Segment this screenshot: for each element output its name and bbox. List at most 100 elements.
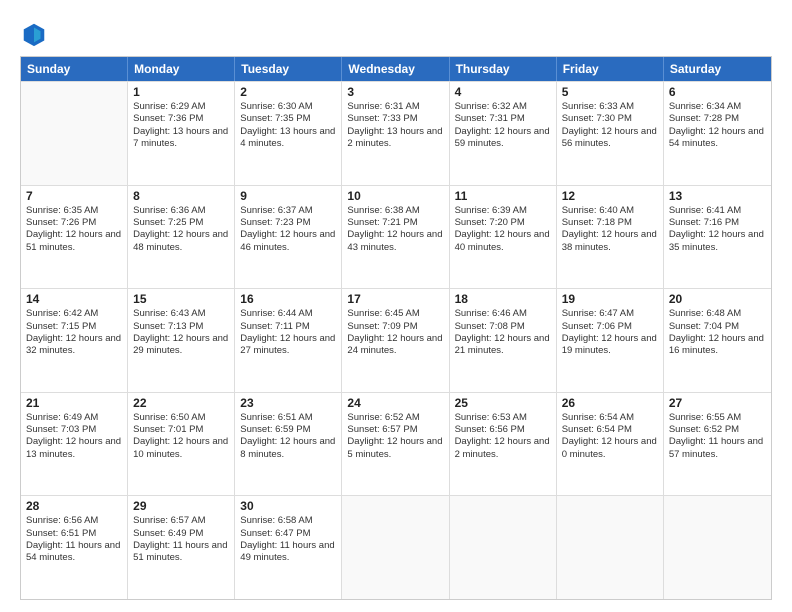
cal-cell: 1Sunrise: 6:29 AMSunset: 7:36 PMDaylight… <box>128 82 235 185</box>
sunrise: Sunrise: 6:33 AM <box>562 101 658 113</box>
cal-cell: 12Sunrise: 6:40 AMSunset: 7:18 PMDayligh… <box>557 186 664 289</box>
sunrise: Sunrise: 6:52 AM <box>347 412 443 424</box>
logo <box>20 20 50 48</box>
calendar-header-row: SundayMondayTuesdayWednesdayThursdayFrid… <box>21 57 771 81</box>
sunrise: Sunrise: 6:55 AM <box>669 412 766 424</box>
daylight: Daylight: 12 hours and 56 minutes. <box>562 126 658 151</box>
sunset: Sunset: 7:09 PM <box>347 321 443 333</box>
sunset: Sunset: 6:54 PM <box>562 424 658 436</box>
cal-cell <box>450 496 557 599</box>
cal-cell <box>664 496 771 599</box>
sunset: Sunset: 7:31 PM <box>455 113 551 125</box>
day-number: 11 <box>455 189 551 203</box>
cal-cell: 15Sunrise: 6:43 AMSunset: 7:13 PMDayligh… <box>128 289 235 392</box>
sunrise: Sunrise: 6:35 AM <box>26 205 122 217</box>
cal-cell: 11Sunrise: 6:39 AMSunset: 7:20 PMDayligh… <box>450 186 557 289</box>
cal-cell: 30Sunrise: 6:58 AMSunset: 6:47 PMDayligh… <box>235 496 342 599</box>
sunrise: Sunrise: 6:37 AM <box>240 205 336 217</box>
day-number: 27 <box>669 396 766 410</box>
sunrise: Sunrise: 6:49 AM <box>26 412 122 424</box>
cal-cell: 6Sunrise: 6:34 AMSunset: 7:28 PMDaylight… <box>664 82 771 185</box>
cal-cell: 21Sunrise: 6:49 AMSunset: 7:03 PMDayligh… <box>21 393 128 496</box>
sunrise: Sunrise: 6:30 AM <box>240 101 336 113</box>
sunrise: Sunrise: 6:54 AM <box>562 412 658 424</box>
cal-header-saturday: Saturday <box>664 57 771 81</box>
cal-cell: 7Sunrise: 6:35 AMSunset: 7:26 PMDaylight… <box>21 186 128 289</box>
sunrise: Sunrise: 6:44 AM <box>240 308 336 320</box>
sunrise: Sunrise: 6:53 AM <box>455 412 551 424</box>
cal-cell: 8Sunrise: 6:36 AMSunset: 7:25 PMDaylight… <box>128 186 235 289</box>
day-number: 19 <box>562 292 658 306</box>
sunset: Sunset: 7:21 PM <box>347 217 443 229</box>
cal-cell: 22Sunrise: 6:50 AMSunset: 7:01 PMDayligh… <box>128 393 235 496</box>
day-number: 15 <box>133 292 229 306</box>
sunset: Sunset: 7:18 PM <box>562 217 658 229</box>
cal-cell: 20Sunrise: 6:48 AMSunset: 7:04 PMDayligh… <box>664 289 771 392</box>
sunset: Sunset: 7:28 PM <box>669 113 766 125</box>
daylight: Daylight: 12 hours and 51 minutes. <box>26 229 122 254</box>
sunrise: Sunrise: 6:57 AM <box>133 515 229 527</box>
daylight: Daylight: 12 hours and 54 minutes. <box>669 126 766 151</box>
day-number: 25 <box>455 396 551 410</box>
cal-cell: 17Sunrise: 6:45 AMSunset: 7:09 PMDayligh… <box>342 289 449 392</box>
cal-cell: 9Sunrise: 6:37 AMSunset: 7:23 PMDaylight… <box>235 186 342 289</box>
daylight: Daylight: 12 hours and 46 minutes. <box>240 229 336 254</box>
sunrise: Sunrise: 6:50 AM <box>133 412 229 424</box>
sunrise: Sunrise: 6:56 AM <box>26 515 122 527</box>
daylight: Daylight: 12 hours and 0 minutes. <box>562 436 658 461</box>
cal-cell: 26 Sunrise: 6:54 AMSunset: 6:54 PMDayligh… <box>557 393 664 496</box>
sunset: Sunset: 7:01 PM <box>133 424 229 436</box>
daylight: Daylight: 12 hours and 59 minutes. <box>455 126 551 151</box>
cal-cell <box>21 82 128 185</box>
cal-week-3: 14Sunrise: 6:42 AMSunset: 7:15 PMDayligh… <box>21 288 771 392</box>
day-number: 24 <box>347 396 443 410</box>
day-number: 22 <box>133 396 229 410</box>
sunset: Sunset: 7:08 PM <box>455 321 551 333</box>
sunrise: Sunrise: 6:29 AM <box>133 101 229 113</box>
logo-icon <box>20 20 48 48</box>
daylight: Daylight: 12 hours and 27 minutes. <box>240 333 336 358</box>
cal-cell <box>557 496 664 599</box>
sunset: Sunset: 7:13 PM <box>133 321 229 333</box>
cal-cell: 24Sunrise: 6:52 AMSunset: 6:57 PMDayligh… <box>342 393 449 496</box>
sunrise: Sunrise: 6:43 AM <box>133 308 229 320</box>
cal-cell: 19Sunrise: 6:47 AMSunset: 7:06 PMDayligh… <box>557 289 664 392</box>
cal-cell: 14Sunrise: 6:42 AMSunset: 7:15 PMDayligh… <box>21 289 128 392</box>
cal-cell: 5Sunrise: 6:33 AMSunset: 7:30 PMDaylight… <box>557 82 664 185</box>
sunset: Sunset: 7:15 PM <box>26 321 122 333</box>
cal-cell: 23Sunrise: 6:51 AMSunset: 6:59 PMDayligh… <box>235 393 342 496</box>
page: SundayMondayTuesdayWednesdayThursdayFrid… <box>0 0 792 612</box>
cal-cell: 10Sunrise: 6:38 AMSunset: 7:21 PMDayligh… <box>342 186 449 289</box>
daylight: Daylight: 11 hours and 51 minutes. <box>133 540 229 565</box>
cal-cell: 4Sunrise: 6:32 AMSunset: 7:31 PMDaylight… <box>450 82 557 185</box>
sunset: Sunset: 6:59 PM <box>240 424 336 436</box>
daylight: Daylight: 12 hours and 48 minutes. <box>133 229 229 254</box>
sunrise: Sunrise: 6:47 AM <box>562 308 658 320</box>
day-number: 4 <box>455 85 551 99</box>
sunrise: Sunrise: 6:48 AM <box>669 308 766 320</box>
sunset: Sunset: 6:49 PM <box>133 528 229 540</box>
sunrise: Sunrise: 6:31 AM <box>347 101 443 113</box>
day-number: 6 <box>669 85 766 99</box>
cal-cell <box>342 496 449 599</box>
day-number: 9 <box>240 189 336 203</box>
cal-week-5: 28Sunrise: 6:56 AMSunset: 6:51 PMDayligh… <box>21 495 771 599</box>
sunrise: Sunrise: 6:58 AM <box>240 515 336 527</box>
day-number: 17 <box>347 292 443 306</box>
sunset: Sunset: 6:51 PM <box>26 528 122 540</box>
calendar: SundayMondayTuesdayWednesdayThursdayFrid… <box>20 56 772 600</box>
day-number: 29 <box>133 499 229 513</box>
cal-header-tuesday: Tuesday <box>235 57 342 81</box>
cal-week-1: 1Sunrise: 6:29 AMSunset: 7:36 PMDaylight… <box>21 81 771 185</box>
day-number: 26 <box>562 396 658 410</box>
cal-cell: 13Sunrise: 6:41 AMSunset: 7:16 PMDayligh… <box>664 186 771 289</box>
sunrise: Sunrise: 6:39 AM <box>455 205 551 217</box>
daylight: Daylight: 12 hours and 24 minutes. <box>347 333 443 358</box>
cal-cell: 3Sunrise: 6:31 AMSunset: 7:33 PMDaylight… <box>342 82 449 185</box>
cal-header-wednesday: Wednesday <box>342 57 449 81</box>
daylight: Daylight: 13 hours and 7 minutes. <box>133 126 229 151</box>
daylight: Daylight: 12 hours and 35 minutes. <box>669 229 766 254</box>
day-number: 21 <box>26 396 122 410</box>
day-number: 30 <box>240 499 336 513</box>
sunset: Sunset: 7:33 PM <box>347 113 443 125</box>
